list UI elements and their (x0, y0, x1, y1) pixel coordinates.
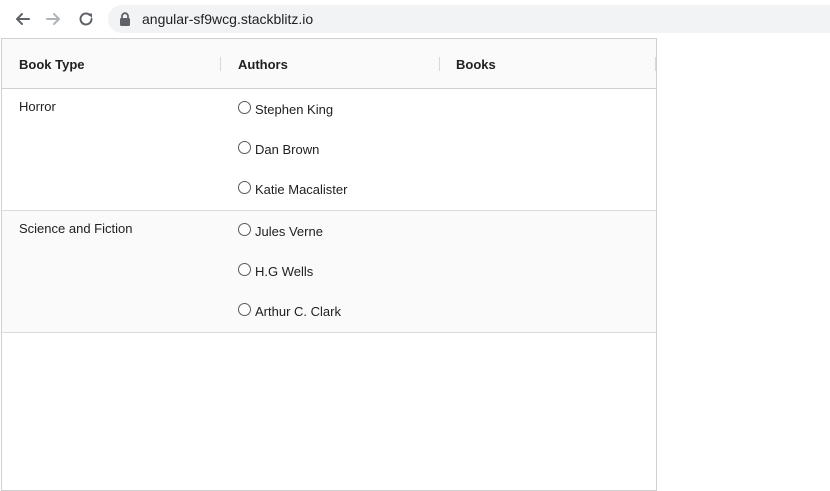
author-option[interactable]: H.G Wells (238, 261, 313, 281)
author-option[interactable]: Arthur C. Clark (238, 301, 341, 321)
browser-toolbar: angular-sf9wcg.stackblitz.io (0, 0, 830, 38)
page-viewport: Book Type Authors Books Horror Stephen K… (0, 38, 830, 491)
group-row: Horror Stephen King Dan Brown Katie Maca… (2, 89, 656, 211)
column-resize-handle[interactable] (655, 57, 656, 71)
url-text: angular-sf9wcg.stackblitz.io (142, 11, 314, 27)
author-label: H.G Wells (255, 263, 314, 279)
back-arrow-icon (14, 11, 30, 27)
author-option[interactable]: Katie Macalister (238, 179, 347, 199)
books-grid: Book Type Authors Books Horror Stephen K… (1, 38, 657, 491)
author-label: Arthur C. Clark (255, 303, 341, 319)
author-label: Dan Brown (255, 141, 320, 157)
address-bar[interactable]: angular-sf9wcg.stackblitz.io (108, 5, 830, 33)
author-radio[interactable] (238, 302, 251, 316)
lock-icon (119, 12, 131, 26)
reload-button[interactable] (74, 7, 98, 31)
forward-arrow-icon (46, 11, 62, 27)
author-option[interactable]: Stephen King (238, 99, 333, 119)
header-book-type[interactable]: Book Type (2, 39, 220, 88)
group-row: Science and Fiction Jules Verne H.G Well… (2, 211, 656, 333)
back-button[interactable] (10, 7, 34, 31)
author-radio[interactable] (238, 222, 251, 236)
author-radio[interactable] (238, 262, 251, 276)
author-radio[interactable] (238, 140, 251, 154)
author-radio[interactable] (238, 180, 251, 194)
header-books[interactable]: Books (439, 39, 656, 88)
author-option[interactable]: Dan Brown (238, 139, 319, 159)
author-label: Stephen King (255, 101, 334, 117)
grid-header: Book Type Authors Books (2, 39, 656, 89)
author-option[interactable]: Jules Verne (238, 221, 323, 241)
book-type-cell: Horror (19, 99, 56, 114)
reload-icon (78, 11, 94, 27)
author-radio[interactable] (238, 100, 251, 114)
header-authors[interactable]: Authors (221, 39, 439, 88)
forward-button[interactable] (42, 7, 66, 31)
author-label: Katie Macalister (255, 181, 348, 197)
book-type-cell: Science and Fiction (19, 221, 133, 236)
author-label: Jules Verne (255, 223, 323, 239)
